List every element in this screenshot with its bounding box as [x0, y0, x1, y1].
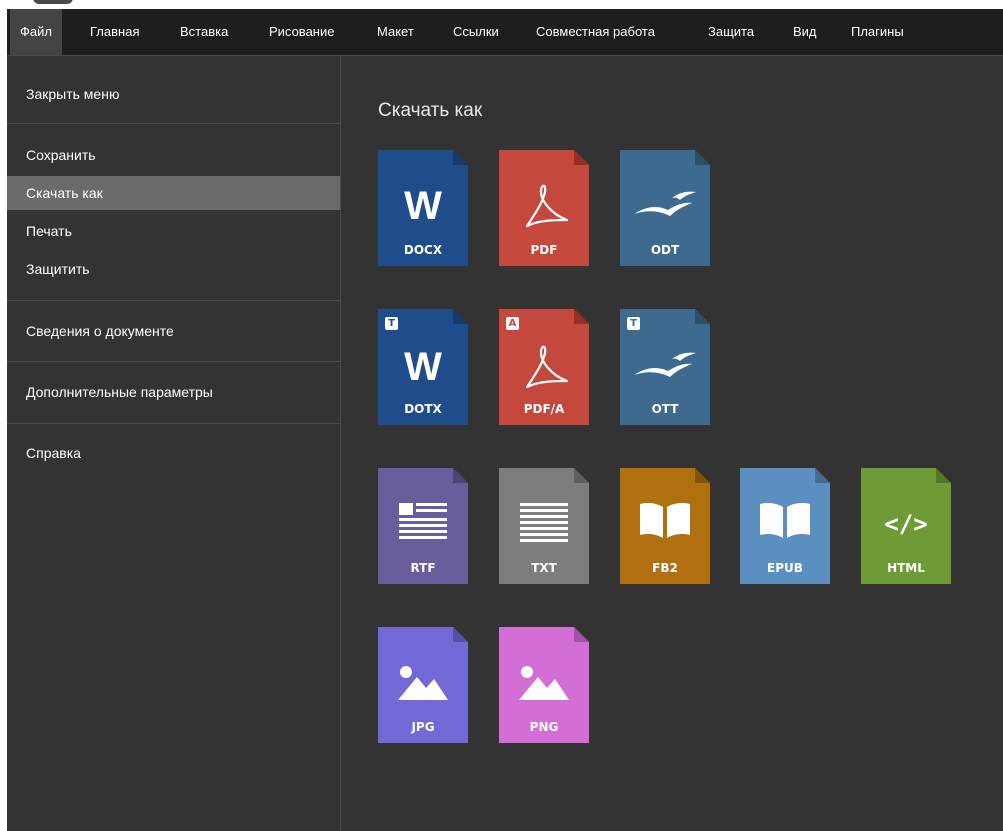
- tab-layout[interactable]: Макет: [377, 9, 414, 55]
- pdf-label: PDF: [530, 243, 558, 257]
- advanced-settings-item[interactable]: Дополнительные параметры: [7, 375, 340, 409]
- download-dotx-button[interactable]: T W DOTX: [378, 309, 468, 425]
- docx-label: DOCX: [403, 243, 443, 257]
- tab-references[interactable]: Ссылки: [453, 9, 499, 55]
- tab-protection[interactable]: Защита: [708, 9, 754, 55]
- rtf-label: RTF: [410, 561, 436, 575]
- jpg-label: JPG: [411, 720, 435, 734]
- download-epub-button[interactable]: EPUB: [740, 468, 830, 584]
- tab-view[interactable]: Вид: [793, 9, 817, 55]
- sidebar-divider: [7, 361, 340, 362]
- protect-item[interactable]: Защитить: [7, 252, 340, 286]
- dotx-label: DOTX: [404, 402, 442, 416]
- download-ott-button[interactable]: T OTT: [620, 309, 710, 425]
- download-odt-button[interactable]: ODT: [620, 150, 710, 266]
- tab-file[interactable]: Файл: [10, 9, 62, 55]
- download-html-button[interactable]: </> HTML: [861, 468, 951, 584]
- tab-plugins[interactable]: Плагины: [851, 9, 904, 55]
- tab-insert[interactable]: Вставка: [180, 9, 228, 55]
- code-icon: </>: [884, 510, 928, 538]
- title-strip: [7, 0, 1003, 9]
- panel-title: Скачать как: [378, 100, 483, 121]
- document-info-item[interactable]: Сведения о документе: [7, 314, 340, 348]
- tab-drawing[interactable]: Рисование: [269, 9, 334, 55]
- close-menu-item[interactable]: Закрыть меню: [7, 77, 340, 111]
- tab-home[interactable]: Главная: [90, 9, 139, 55]
- template-badge: T: [385, 317, 398, 330]
- download-docx-button[interactable]: W DOCX: [378, 150, 468, 266]
- png-label: PNG: [529, 720, 559, 734]
- template-badge: T: [627, 317, 640, 330]
- odt-label: ODT: [650, 243, 680, 257]
- download-as-item[interactable]: Скачать как: [7, 176, 340, 210]
- fb2-label: FB2: [652, 561, 678, 575]
- download-png-button[interactable]: PNG: [499, 627, 589, 743]
- tab-collaboration[interactable]: Совместная работа: [536, 9, 655, 55]
- epub-label: EPUB: [767, 561, 803, 575]
- word-icon: W: [404, 184, 442, 228]
- app-window: Файл Главная Вставка Рисование Макет Ссы…: [7, 0, 1003, 831]
- download-pdf-button[interactable]: PDF: [499, 150, 589, 266]
- word-icon: W: [404, 345, 442, 389]
- download-pdfa-button[interactable]: A PDF/A: [499, 309, 589, 425]
- download-txt-button[interactable]: TXT: [499, 468, 589, 584]
- archive-badge: A: [506, 317, 519, 330]
- download-rtf-button[interactable]: RTF: [378, 468, 468, 584]
- sidebar-divider: [7, 300, 340, 301]
- sidebar-divider: [7, 123, 340, 124]
- help-item[interactable]: Справка: [7, 436, 340, 470]
- txt-label: TXT: [531, 561, 557, 575]
- html-label: HTML: [887, 561, 925, 575]
- download-as-panel: Скачать как W DOCX PDF ODT T W DOTX A PD…: [341, 56, 1003, 831]
- print-item[interactable]: Печать: [7, 214, 340, 248]
- save-item[interactable]: Сохранить: [7, 138, 340, 172]
- file-menu-sidebar: Закрыть меню Сохранить Скачать как Печат…: [7, 56, 341, 831]
- tab-bar: Файл Главная Вставка Рисование Макет Ссы…: [7, 9, 1003, 56]
- pdfa-label: PDF/A: [523, 402, 565, 416]
- download-jpg-button[interactable]: JPG: [378, 627, 468, 743]
- sidebar-divider: [7, 423, 340, 424]
- ott-label: OTT: [651, 402, 679, 416]
- logo-fragment: [33, 0, 73, 4]
- download-fb2-button[interactable]: FB2: [620, 468, 710, 584]
